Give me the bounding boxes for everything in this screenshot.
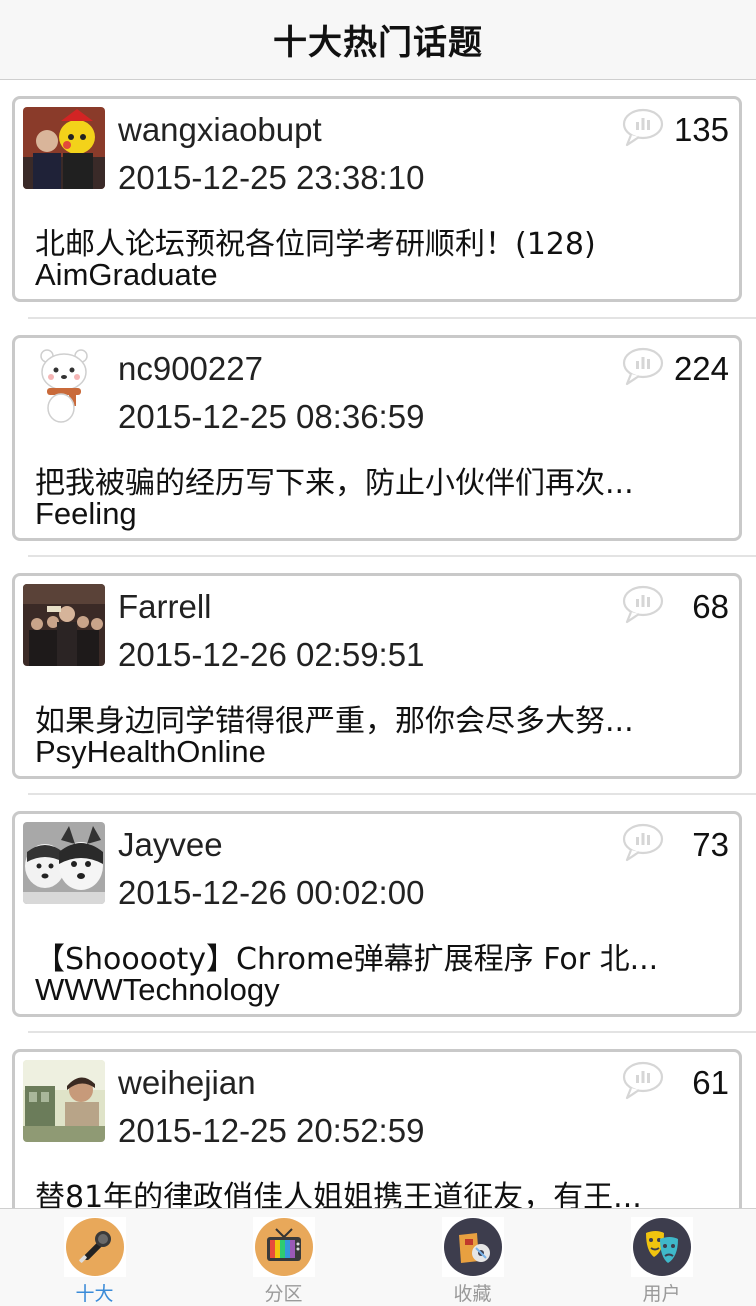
comment-icon	[622, 823, 664, 862]
photo-avatar-icon[interactable]	[23, 1060, 105, 1142]
author-name[interactable]: Farrell	[118, 588, 212, 626]
board-name[interactable]: AimGraduate	[35, 257, 218, 293]
topic-card[interactable]: wangxiaobupt 2015-12-25 23:38:10 135 北邮人…	[12, 96, 742, 302]
post-time: 2015-12-25 23:38:10	[118, 159, 425, 196]
reply-count: 61	[692, 1064, 729, 1101]
photo-avatar-icon[interactable]	[23, 107, 105, 189]
topic-card[interactable]: Jayvee 2015-12-26 00:02:00 73 【Shooooty】…	[12, 811, 742, 1017]
tab-label: 分区	[264, 1283, 303, 1305]
topic-card[interactable]: nc900227 2015-12-25 08:36:59 224 把我被骗的经历…	[12, 335, 742, 541]
author-name[interactable]: nc900227	[118, 350, 263, 388]
divider	[28, 317, 756, 319]
topic-title[interactable]: 把我被骗的经历写下来，防止小伙伴们再次...	[35, 458, 725, 502]
microphone-icon	[63, 1217, 126, 1277]
divider	[28, 555, 756, 557]
mask-icon	[630, 1217, 693, 1277]
reply-count: 68	[692, 588, 729, 625]
page-title: 十大热门话题	[273, 23, 483, 63]
reply-count: 73	[692, 826, 729, 863]
board-name[interactable]: Feeling	[35, 496, 137, 532]
topic-card[interactable]: weihejian 2015-12-25 20:52:59 61 替81年的律政…	[12, 1049, 742, 1208]
topic-title[interactable]: 替81年的律政俏佳人姐姐携王道征友，有王...	[35, 1172, 725, 1208]
post-time: 2015-12-25 20:52:59	[118, 1112, 425, 1149]
tab-bar: 十大 分区 收藏 用户	[0, 1208, 756, 1306]
comment-icon	[622, 347, 664, 386]
nav-bar: 十大热门话题	[0, 0, 756, 80]
photo-avatar-icon[interactable]	[23, 584, 105, 666]
tab-label: 收藏	[453, 1283, 492, 1305]
comment-icon	[622, 1061, 664, 1100]
reply-count: 135	[673, 111, 729, 148]
author-name[interactable]: weihejian	[118, 1064, 256, 1102]
topic-card[interactable]: Farrell 2015-12-26 02:59:51 68 如果身边同学错得很…	[12, 573, 742, 779]
board-name[interactable]: PsyHealthOnline	[35, 734, 266, 770]
author-name[interactable]: Jayvee	[118, 826, 223, 864]
tab-user[interactable]: 用户	[567, 1209, 756, 1306]
tab-top-ten[interactable]: 十大	[0, 1209, 189, 1306]
post-time: 2015-12-26 00:02:00	[118, 874, 425, 911]
board-name[interactable]: WWWTechnology	[35, 972, 280, 1008]
husky-avatar-icon[interactable]	[23, 822, 105, 904]
tab-sections[interactable]: 分区	[189, 1209, 378, 1306]
bear-avatar-icon[interactable]	[23, 346, 105, 428]
tab-favorites[interactable]: 收藏	[378, 1209, 567, 1306]
tab-label: 十大	[75, 1283, 114, 1305]
tab-label: 用户	[642, 1283, 681, 1305]
post-time: 2015-12-26 02:59:51	[118, 636, 425, 673]
author-name[interactable]: wangxiaobupt	[118, 111, 322, 149]
reply-count: 224	[673, 350, 729, 387]
post-time: 2015-12-25 08:36:59	[118, 398, 425, 435]
bookmark-icon	[441, 1217, 504, 1277]
comment-icon	[622, 585, 664, 624]
tv-icon	[252, 1217, 315, 1277]
hot-topics-list[interactable]: wangxiaobupt 2015-12-25 23:38:10 135 北邮人…	[0, 81, 756, 1208]
divider	[28, 793, 756, 795]
divider	[28, 1031, 756, 1033]
comment-icon	[622, 108, 664, 147]
